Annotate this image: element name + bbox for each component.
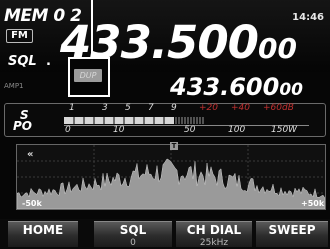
po-scale-tick: 10 xyxy=(113,125,125,135)
s-scale-tick: 7 xyxy=(148,103,154,113)
span-left-label: -50k xyxy=(22,199,42,208)
s-scale-tick: 3 xyxy=(102,103,108,113)
main-frequency-fraction: 00 xyxy=(257,32,297,65)
softkey-bar: HOME SQL 0 CH DIAL 25kHz SWEEP xyxy=(0,219,330,249)
squelch-indicator: . xyxy=(46,54,51,69)
callout-line xyxy=(91,0,93,58)
sub-frequency-digits: 433.600 xyxy=(170,73,280,101)
spectrum-waveform xyxy=(17,145,325,209)
po-scale-tick: 150W xyxy=(271,125,298,135)
s-scale-tick: 5 xyxy=(125,103,131,113)
amp-label: AMP1 xyxy=(4,82,24,90)
double-chevron-left-icon[interactable]: « xyxy=(27,149,33,160)
po-scale-tick: 100 xyxy=(228,125,246,135)
home-button[interactable]: HOME xyxy=(8,221,78,247)
mode-badge[interactable]: FM xyxy=(6,29,33,43)
s-scale-tick: +40 xyxy=(231,103,250,113)
squelch-label: SQL xyxy=(8,54,37,69)
po-scale-tick: 0 xyxy=(65,125,71,135)
ch-dial-button[interactable]: CH DIAL 25kHz xyxy=(176,221,252,248)
sweep-button[interactable]: SWEEP xyxy=(256,221,328,247)
dup-badge[interactable]: DUP xyxy=(74,69,102,82)
po-scale-tick: 50 xyxy=(184,125,196,135)
span-right-label: +50k xyxy=(301,199,325,208)
s-scale-tick: +20 xyxy=(199,103,218,113)
s-scale-tick: 1 xyxy=(69,103,75,113)
sub-frequency[interactable]: 433.60000 xyxy=(170,72,303,105)
tuning-marker: T xyxy=(170,142,178,150)
sub-frequency-fraction: 00 xyxy=(279,80,303,100)
s-scale-tick: 9 xyxy=(171,103,177,113)
sql-button[interactable]: SQL 0 xyxy=(94,221,172,248)
s-scale-tick: +60dB xyxy=(263,103,294,113)
po-meter-label: PO xyxy=(13,119,32,133)
